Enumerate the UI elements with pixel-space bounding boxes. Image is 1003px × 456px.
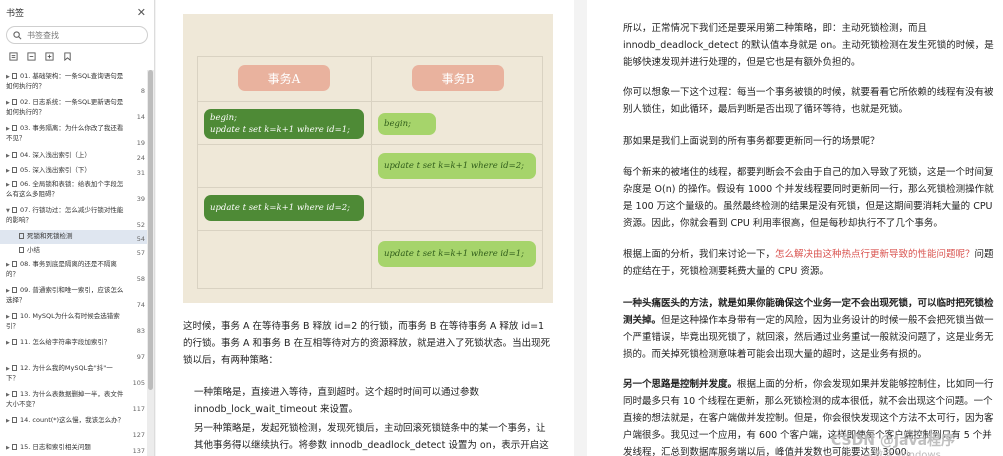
- toc-item[interactable]: ▶ 03. 事务隔离：为什么你改了我还看不见？ 19: [0, 122, 147, 148]
- toc-item-active[interactable]: 死锁和死锁检测 54: [0, 230, 147, 244]
- toc-item-page: 74: [136, 301, 145, 309]
- bold-text: 另一个思路是控制并发度。: [623, 379, 738, 390]
- paragraph: 那如果是我们上面说到的所有事务都要更新同一行的场景呢？: [623, 136, 880, 147]
- toc-item-page: 97: [136, 353, 145, 361]
- toc-item[interactable]: 小结 57: [0, 244, 147, 258]
- table-divider: [198, 230, 542, 231]
- statement-text: update t set k=k+1 where id=1;: [210, 125, 350, 135]
- search-input[interactable]: [27, 30, 137, 40]
- table-divider: [198, 187, 542, 188]
- paragraph-text: 根据上面的分析，我们来讨论一下，: [623, 249, 776, 260]
- tx-a-statement: begin; update t set k=k+1 where id=1;: [204, 109, 364, 139]
- toc-item-page: 54: [136, 235, 145, 243]
- transaction-b-header: 事务B: [412, 65, 504, 91]
- sidebar-scrollbar[interactable]: [147, 70, 154, 456]
- table-of-contents: ▶ 01. 基础架构：一条SQL查询语句是如何执行的？ 8 ▶ 02. 日志系统：一条…: [0, 70, 147, 456]
- windows-activation-watermark: 激活 Windows: [873, 450, 941, 456]
- toc-item-label: 06. 全局锁和表锁：给表加个字段怎么有这么多阻碍？: [6, 180, 124, 198]
- toc-item[interactable]: ▶ 04. 深入浅出索引（上） 24: [0, 148, 147, 163]
- toc-item[interactable]: ▶ 05. 深入浅出索引（下） 31: [0, 163, 147, 178]
- bookmark-search[interactable]: [6, 26, 148, 44]
- toc-item-page: 24: [136, 154, 145, 162]
- transaction-a-header: 事务A: [238, 65, 330, 91]
- toc-item-label: 09. 普通索引和唯一索引，应该怎么选择？: [6, 286, 124, 304]
- scrollbar-thumb[interactable]: [148, 70, 153, 390]
- document-page-right: 所以，正常情况下我们还是要采用第二种策略，即：主动死锁检测，而且 innodb_…: [587, 0, 1003, 456]
- toc-item-label: 死锁和死锁检测: [27, 232, 73, 240]
- tx-b-statement: begin;: [378, 113, 436, 135]
- toc-item[interactable]: ▶ 10. MySQL为什么有时候会选错索引？ 83: [0, 310, 147, 336]
- toc-item-page: 58: [136, 275, 145, 283]
- toc-item-label: 04. 深入浅出索引（上）: [20, 151, 91, 159]
- table-divider: [198, 144, 542, 145]
- toc-item-label: 12. 为什么我的MySQL会"抖"一下？: [6, 364, 113, 382]
- toc-item[interactable]: ▶ 02. 日志系统：一条SQL更新语句是如何执行的？ 14: [0, 96, 147, 122]
- toc-item-label: 05. 深入浅出索引（下）: [20, 166, 91, 174]
- collapse-all-icon[interactable]: [27, 52, 36, 61]
- paragraph: 每个新来的被堵住的线程，都要判断会不会由于自己的加入导致了死锁，这是一个时间复杂…: [623, 167, 994, 229]
- toc-item-label: 14. count(*)这么慢，我该怎么办？: [20, 416, 125, 424]
- paragraph: 这时候，事务 A 在等待事务 B 释放 id=2 的行锁，而事务 B 在等待事务…: [183, 321, 551, 366]
- toc-item-label: 02. 日志系统：一条SQL更新语句是如何执行的？: [6, 98, 124, 116]
- paragraph: 所以，正常情况下我们还是要采用第二种策略，即：主动死锁检测，而且 innodb_…: [623, 23, 994, 68]
- bookmark-sidebar: 书签 ✕ ▶01. 基础架构：一条SQL查询语句是如何执行的？8 ▶02. 日志…: [0, 0, 155, 456]
- close-icon[interactable]: ✕: [137, 6, 146, 19]
- deadlock-figure: 事务A 事务B begin; update t set k=k+1 where …: [183, 14, 553, 303]
- toc-item-label: 01. 基础架构：一条SQL查询语句是如何执行的？: [6, 72, 124, 90]
- paragraph: 你可以想象一下这个过程：每当一个事务被锁的时候，就要看看它所依赖的线程有没有被别…: [623, 87, 994, 115]
- toc-item[interactable]: ▶ 09. 普通索引和唯一索引，应该怎么选择？ 74: [0, 284, 147, 310]
- statement-text: begin;: [210, 113, 237, 123]
- toc-item[interactable]: ▼ 07. 行锁功过：怎么减少行锁对性能的影响？ 52: [0, 204, 147, 230]
- toc-item-label: 11. 怎么给字符串字段加索引？: [20, 338, 111, 346]
- toc-item-page: 52: [136, 221, 145, 229]
- sidebar-header: 书签 ✕: [0, 0, 154, 24]
- toc-item-label: 小结: [27, 246, 40, 254]
- toc-item-label: 08. 事务到底是隔离的还是不隔离的？: [6, 260, 117, 278]
- toc-item-page: 39: [136, 195, 145, 203]
- sidebar-toolbar: [0, 50, 154, 67]
- toc-item-label: 07. 行锁功过：怎么减少行锁对性能的影响？: [6, 206, 124, 224]
- expand-all-icon[interactable]: [9, 52, 18, 61]
- paragraph-text: 但是这种操作本身带有一定的风险，因为业务设计的时候一般不会把死锁当做一个严重错误…: [623, 315, 994, 360]
- toc-item[interactable]: ▶ 01. 基础架构：一条SQL查询语句是如何执行的？ 8: [0, 70, 147, 96]
- search-icon: [13, 30, 22, 39]
- toc-item[interactable]: ▶ 11. 怎么给字符串字段加索引？ 97: [0, 336, 147, 362]
- add-bookmark-icon[interactable]: [45, 52, 54, 61]
- paragraph: 一种策略是，直接进入等待，直到超时。这个超时时间可以通过参数 innodb_lo…: [194, 387, 480, 415]
- document-page-left: 事务A 事务B begin; update t set k=k+1 where …: [156, 0, 574, 456]
- toc-item-page: 105: [132, 379, 145, 387]
- tx-b-statement: update t set k=k+1 where id=2;: [378, 153, 536, 179]
- toc-item-page: 127: [132, 431, 145, 439]
- toc-item-page: 14: [136, 113, 145, 121]
- toc-item-label: 15. 日志和索引相关问题: [20, 443, 91, 451]
- toc-item-page: 137: [132, 447, 145, 455]
- figure-table: 事务A 事务B begin; update t set k=k+1 where …: [197, 56, 543, 289]
- toc-item-label: 03. 事务隔离：为什么你改了我还看不见？: [6, 124, 124, 142]
- table-divider: [198, 101, 542, 102]
- toc-item-page: 19: [136, 139, 145, 147]
- tx-a-statement: update t set k=k+1 where id=2;: [204, 195, 364, 221]
- toc-item-label: 10. MySQL为什么有时候会选错索引？: [6, 312, 120, 330]
- toc-item-label: 13. 为什么表数据删掉一半，表文件大小不变？: [6, 390, 124, 408]
- table-divider: [371, 57, 372, 288]
- toc-item[interactable]: ▶ 12. 为什么我的MySQL会"抖"一下？ 105: [0, 362, 147, 388]
- toc-item[interactable]: ▶ 13. 为什么表数据删掉一半，表文件大小不变？ 117: [0, 388, 147, 414]
- bookmark-icon[interactable]: [63, 52, 72, 61]
- tx-b-statement: update t set k=k+1 where id=1;: [378, 241, 536, 267]
- toc-item-page: 117: [132, 405, 145, 413]
- toc-item[interactable]: ▶ 06. 全局锁和表锁：给表加个字段怎么有这么多阻碍？ 39: [0, 178, 147, 204]
- toc-item[interactable]: ▶ 15. 日志和索引相关问题 137: [0, 440, 147, 456]
- toc-item-page: 83: [136, 327, 145, 335]
- toc-item-page: 57: [136, 249, 145, 257]
- toc-item-page: 31: [136, 169, 145, 177]
- toc-item-page: 8: [140, 87, 145, 95]
- paragraph: 一种头痛医头的方法，就是如果你能确保这个业务一定不会出现死锁，可以临时把死锁检测…: [623, 295, 999, 363]
- paragraph: 另一种策略是，发起死锁检测，发现死锁后，主动回滚死锁链条中的某一个事务，让其他事…: [194, 423, 549, 451]
- sidebar-title: 书签: [6, 8, 25, 19]
- highlighted-question: 怎么解决由这种热点行更新导致的性能问题呢？: [775, 249, 975, 260]
- toc-item[interactable]: ▶ 14. count(*)这么慢，我该怎么办？ 127: [0, 414, 147, 440]
- paragraph: 根据上面的分析，我们来讨论一下，怎么解决由这种热点行更新导致的性能问题呢？问题的…: [623, 246, 999, 280]
- toc-item[interactable]: ▶ 08. 事务到底是隔离的还是不隔离的？ 58: [0, 258, 147, 284]
